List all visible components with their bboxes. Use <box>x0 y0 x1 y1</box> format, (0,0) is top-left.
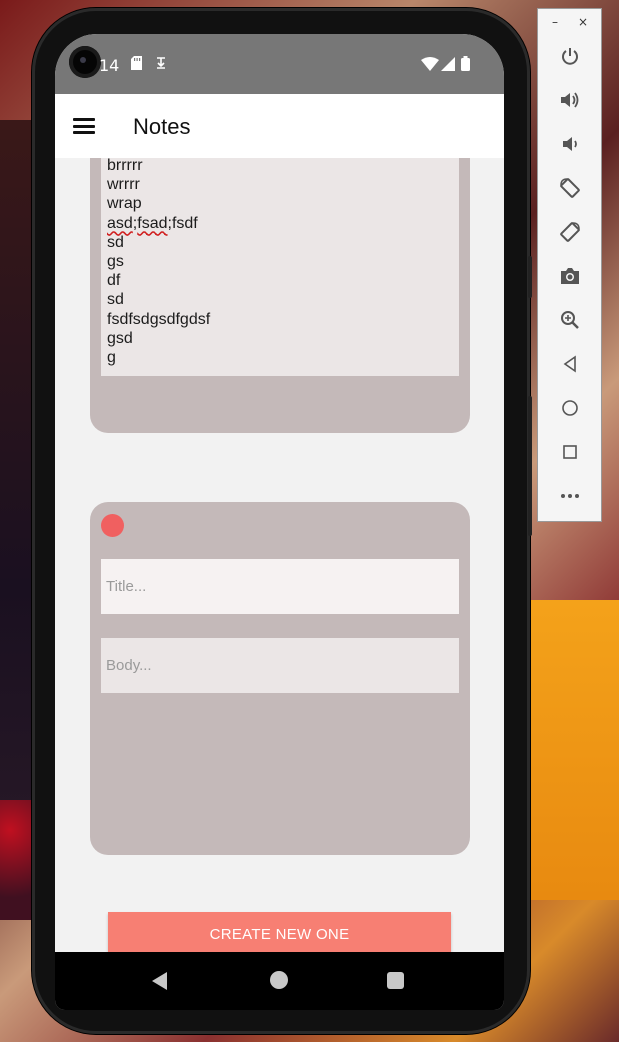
note-word: fsad <box>137 214 168 232</box>
note-word: fsdf <box>171 214 198 232</box>
nav-back-icon[interactable] <box>152 972 167 990</box>
note-card[interactable]: brrrrr wrrrr wrap asd;fsad;fsdf sd gs df… <box>90 158 470 433</box>
note-line: df <box>107 272 121 290</box>
nav-recents-icon[interactable] <box>387 972 404 989</box>
camera-icon[interactable] <box>538 261 601 291</box>
power-icon[interactable] <box>538 41 601 71</box>
overview-icon[interactable] <box>538 437 601 467</box>
note-line: sd <box>107 291 124 309</box>
note-body-input[interactable]: Body... <box>101 638 459 693</box>
note-line: wrap <box>107 195 142 213</box>
hamburger-menu-icon[interactable] <box>73 118 95 134</box>
front-camera <box>69 46 101 78</box>
note-title-input[interactable]: Title... <box>101 559 459 614</box>
note-line: fsdfsdgsdfgdsf <box>107 310 211 328</box>
note-line: g <box>107 348 116 366</box>
note-line: gs <box>107 252 124 270</box>
note-line: brrrrr <box>107 158 143 174</box>
back-icon[interactable] <box>538 349 601 379</box>
phone-volume-button <box>528 396 532 536</box>
emulator-side-panel: – × <box>537 8 602 522</box>
volume-up-icon[interactable] <box>538 85 601 115</box>
emulator-close-button[interactable]: × <box>578 15 588 29</box>
background-window <box>530 600 619 900</box>
battery-icon <box>461 56 470 75</box>
home-icon[interactable] <box>538 393 601 423</box>
phone-side-button <box>528 256 532 298</box>
note-line: sd <box>107 233 124 251</box>
wifi-icon <box>421 57 439 75</box>
note-body[interactable]: brrrrr wrrrr wrap asd;fsad;fsdf sd gs df… <box>101 158 459 376</box>
create-new-button[interactable]: CREATE NEW ONE <box>108 912 451 956</box>
download-icon <box>155 56 167 74</box>
app-title: Notes <box>133 114 191 139</box>
volume-down-icon[interactable] <box>538 129 601 159</box>
signal-icon <box>441 57 455 75</box>
status-time: 14 <box>99 56 120 75</box>
rotate-left-icon[interactable] <box>538 173 601 203</box>
rotate-right-icon[interactable] <box>538 217 601 247</box>
status-bar: 14 <box>55 34 504 94</box>
note-word: asd <box>107 214 133 232</box>
nav-home-icon[interactable] <box>270 971 288 989</box>
notes-list[interactable]: brrrrr wrrrr wrap asd;fsad;fsdf sd gs df… <box>55 158 504 952</box>
app-bar: Notes <box>55 94 504 158</box>
emulator-minimize-button[interactable]: – <box>552 15 558 29</box>
navigation-bar <box>55 952 504 1010</box>
phone-screen: 14 Notes brrrrr wrrrr wrap asd;fsad;fsdf… <box>55 34 504 1010</box>
zoom-icon[interactable] <box>538 305 601 335</box>
sd-card-icon <box>131 56 142 74</box>
note-line: gsd <box>107 329 133 347</box>
more-icon[interactable] <box>538 481 601 511</box>
new-note-card: Title... Body... <box>90 502 470 855</box>
note-line: wrrrr <box>107 176 140 194</box>
note-line-misspelled: asd;fsad;fsdf <box>107 214 198 232</box>
note-color-picker[interactable] <box>101 514 124 537</box>
